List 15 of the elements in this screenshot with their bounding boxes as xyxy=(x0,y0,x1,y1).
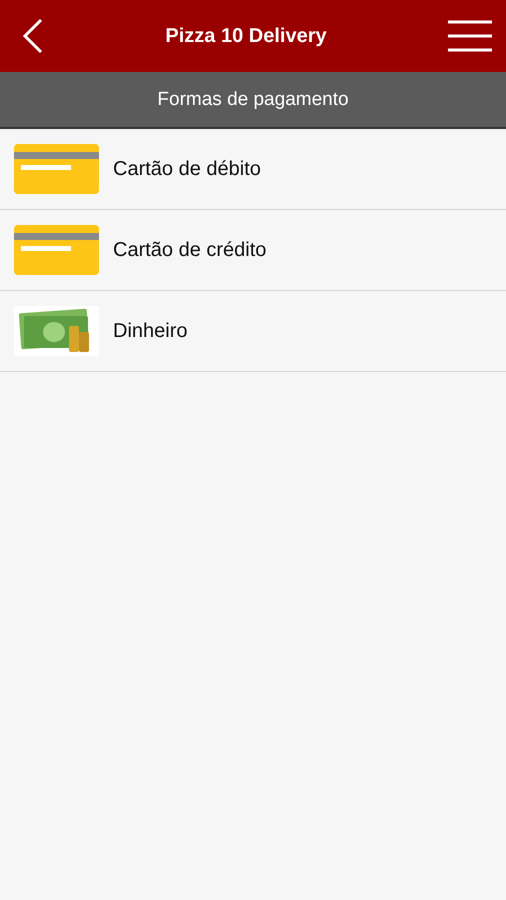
credit-card-icon xyxy=(14,225,99,275)
app-title: Pizza 10 Delivery xyxy=(165,24,327,48)
payment-method-label: Cartão de débito xyxy=(113,158,261,180)
payment-method-item[interactable]: Cartão de crédito xyxy=(0,210,506,291)
payment-method-label: Dinheiro xyxy=(113,320,188,342)
cash-icon xyxy=(14,306,99,356)
payment-method-item[interactable]: Dinheiro xyxy=(0,291,506,372)
payment-method-label: Cartão de crédito xyxy=(113,238,266,262)
menu-icon xyxy=(448,20,492,52)
credit-card-icon xyxy=(14,144,99,194)
section-title: Formas de pagamento xyxy=(157,88,349,110)
back-button[interactable] xyxy=(22,18,44,54)
payment-method-item[interactable]: Cartão de débito xyxy=(0,129,506,210)
menu-button[interactable] xyxy=(448,20,492,52)
back-icon xyxy=(22,18,44,54)
